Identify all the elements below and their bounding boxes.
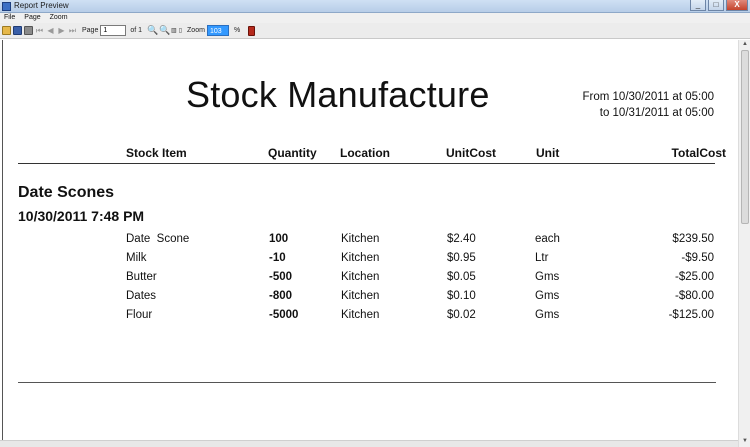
cell-totalcost: -$125.00 xyxy=(668,309,714,321)
zoom-in-icon[interactable]: 🔍 xyxy=(147,25,158,36)
column-header-unit: Unit xyxy=(536,146,560,160)
page-input[interactable] xyxy=(100,25,127,36)
cell-unit: Ltr xyxy=(535,252,549,264)
cell-stock-item: Flour xyxy=(126,309,153,321)
cell-quantity: -10 xyxy=(269,252,286,264)
cell-quantity: -500 xyxy=(269,271,293,283)
table-row: Dates -800 Kitchen $0.10 Gms -$80.00 xyxy=(0,290,738,309)
table-row: Butter -500 Kitchen $0.05 Gms -$25.00 xyxy=(0,271,738,290)
date-to: to 10/31/2011 at 05:00 xyxy=(599,107,714,119)
cell-unitcost: $0.05 xyxy=(447,271,476,283)
close-button[interactable]: X xyxy=(726,0,748,11)
menu-bar: File Page Zoom xyxy=(0,13,750,23)
cell-location: Kitchen xyxy=(341,252,380,264)
menu-file[interactable]: File xyxy=(4,13,15,23)
date-from: From 10/30/2011 at 05:00 xyxy=(582,91,715,103)
page-count: of 1 xyxy=(130,27,143,34)
window-title: Report Preview xyxy=(14,1,69,10)
footer-divider xyxy=(18,382,716,383)
cell-location: Kitchen xyxy=(341,271,380,283)
scroll-down-icon[interactable]: ▼ xyxy=(741,438,749,446)
column-header-location: Location xyxy=(340,146,390,160)
exit-icon[interactable] xyxy=(248,25,256,36)
cell-totalcost: -$80.00 xyxy=(674,290,714,302)
horizontal-scrollbar[interactable] xyxy=(0,440,738,447)
zoom-label: Zoom xyxy=(187,27,205,34)
report-title: Stock Manufacture xyxy=(186,74,490,115)
date-range: From 10/30/2011 at 05:00 to 10/31/2011 a… xyxy=(583,89,715,121)
column-header-unitcost: UnitCost xyxy=(446,146,496,160)
cell-quantity: -5000 xyxy=(269,309,299,321)
column-header-quantity: Quantity xyxy=(268,146,317,160)
save-icon[interactable] xyxy=(13,26,22,35)
zoom-unit: % xyxy=(233,27,241,34)
cell-location: Kitchen xyxy=(341,309,380,321)
first-page-icon[interactable]: ⏮ xyxy=(35,26,44,36)
next-page-icon[interactable]: ▶ xyxy=(57,26,66,35)
zoom-input[interactable]: 103 xyxy=(206,25,229,36)
vertical-scrollbar[interactable]: ▲ ▼ xyxy=(738,40,750,447)
last-page-icon[interactable]: ⏭ xyxy=(68,26,77,36)
title-bar: Report Preview _ □ X xyxy=(0,0,750,13)
zoom-out-icon[interactable]: 🔍 xyxy=(159,25,170,36)
window-controls: _ □ X xyxy=(690,0,748,12)
cell-quantity: 100 xyxy=(269,233,289,245)
fit-page-icon[interactable]: ▯ xyxy=(179,27,182,34)
menu-page[interactable]: Page xyxy=(24,13,40,23)
page-label: Page xyxy=(82,27,99,34)
toolbar: ⏮ ◀ ▶ ⏭ Page of 1 🔍 🔍 ▥ ▯ Zoom 103 % xyxy=(0,23,750,39)
cell-location: Kitchen xyxy=(341,290,380,302)
group-title: Date Scones xyxy=(18,184,115,201)
cell-stock-item: Date Scone xyxy=(126,233,190,245)
column-header-totalcost: TotalCost xyxy=(671,146,726,160)
cell-unit: Gms xyxy=(535,309,560,321)
app-icon xyxy=(2,2,11,11)
menu-zoom[interactable]: Zoom xyxy=(50,13,68,23)
group-datetime: 10/30/2011 7:48 PM xyxy=(18,208,145,224)
scroll-up-icon[interactable]: ▲ xyxy=(741,41,749,49)
table-row: Flour -5000 Kitchen $0.02 Gms -$125.00 xyxy=(0,309,738,328)
cell-quantity: -800 xyxy=(269,290,293,302)
header-divider xyxy=(18,163,715,164)
cell-unitcost: $0.95 xyxy=(447,252,476,264)
cell-totalcost: -$9.50 xyxy=(681,252,714,264)
table-row: Date Scone 100 Kitchen $2.40 each $239.5… xyxy=(0,233,738,252)
prev-page-icon[interactable]: ◀ xyxy=(46,26,55,35)
cell-location: Kitchen xyxy=(341,233,380,245)
cell-unit: Gms xyxy=(535,290,560,302)
cell-unitcost: $0.10 xyxy=(447,290,476,302)
print-icon[interactable] xyxy=(24,26,33,35)
cell-unitcost: $0.02 xyxy=(447,309,476,321)
maximize-button[interactable]: □ xyxy=(708,0,724,11)
cell-totalcost: $239.50 xyxy=(672,233,714,245)
scrollbar-thumb[interactable] xyxy=(741,50,749,224)
table-row: Milk -10 Kitchen $0.95 Ltr -$9.50 xyxy=(0,252,738,271)
minimize-button[interactable]: _ xyxy=(690,0,706,11)
cell-totalcost: -$25.00 xyxy=(674,271,714,283)
cell-stock-item: Butter xyxy=(126,271,157,283)
cell-unit: each xyxy=(535,233,560,245)
column-header-stock-item: Stock Item xyxy=(126,146,187,160)
open-icon[interactable] xyxy=(2,26,11,35)
cell-unitcost: $2.40 xyxy=(447,233,476,245)
cell-stock-item: Dates xyxy=(126,290,157,302)
cell-stock-item: Milk xyxy=(126,252,147,264)
fit-width-icon[interactable]: ▥ xyxy=(171,27,177,34)
cell-unit: Gms xyxy=(535,271,560,283)
